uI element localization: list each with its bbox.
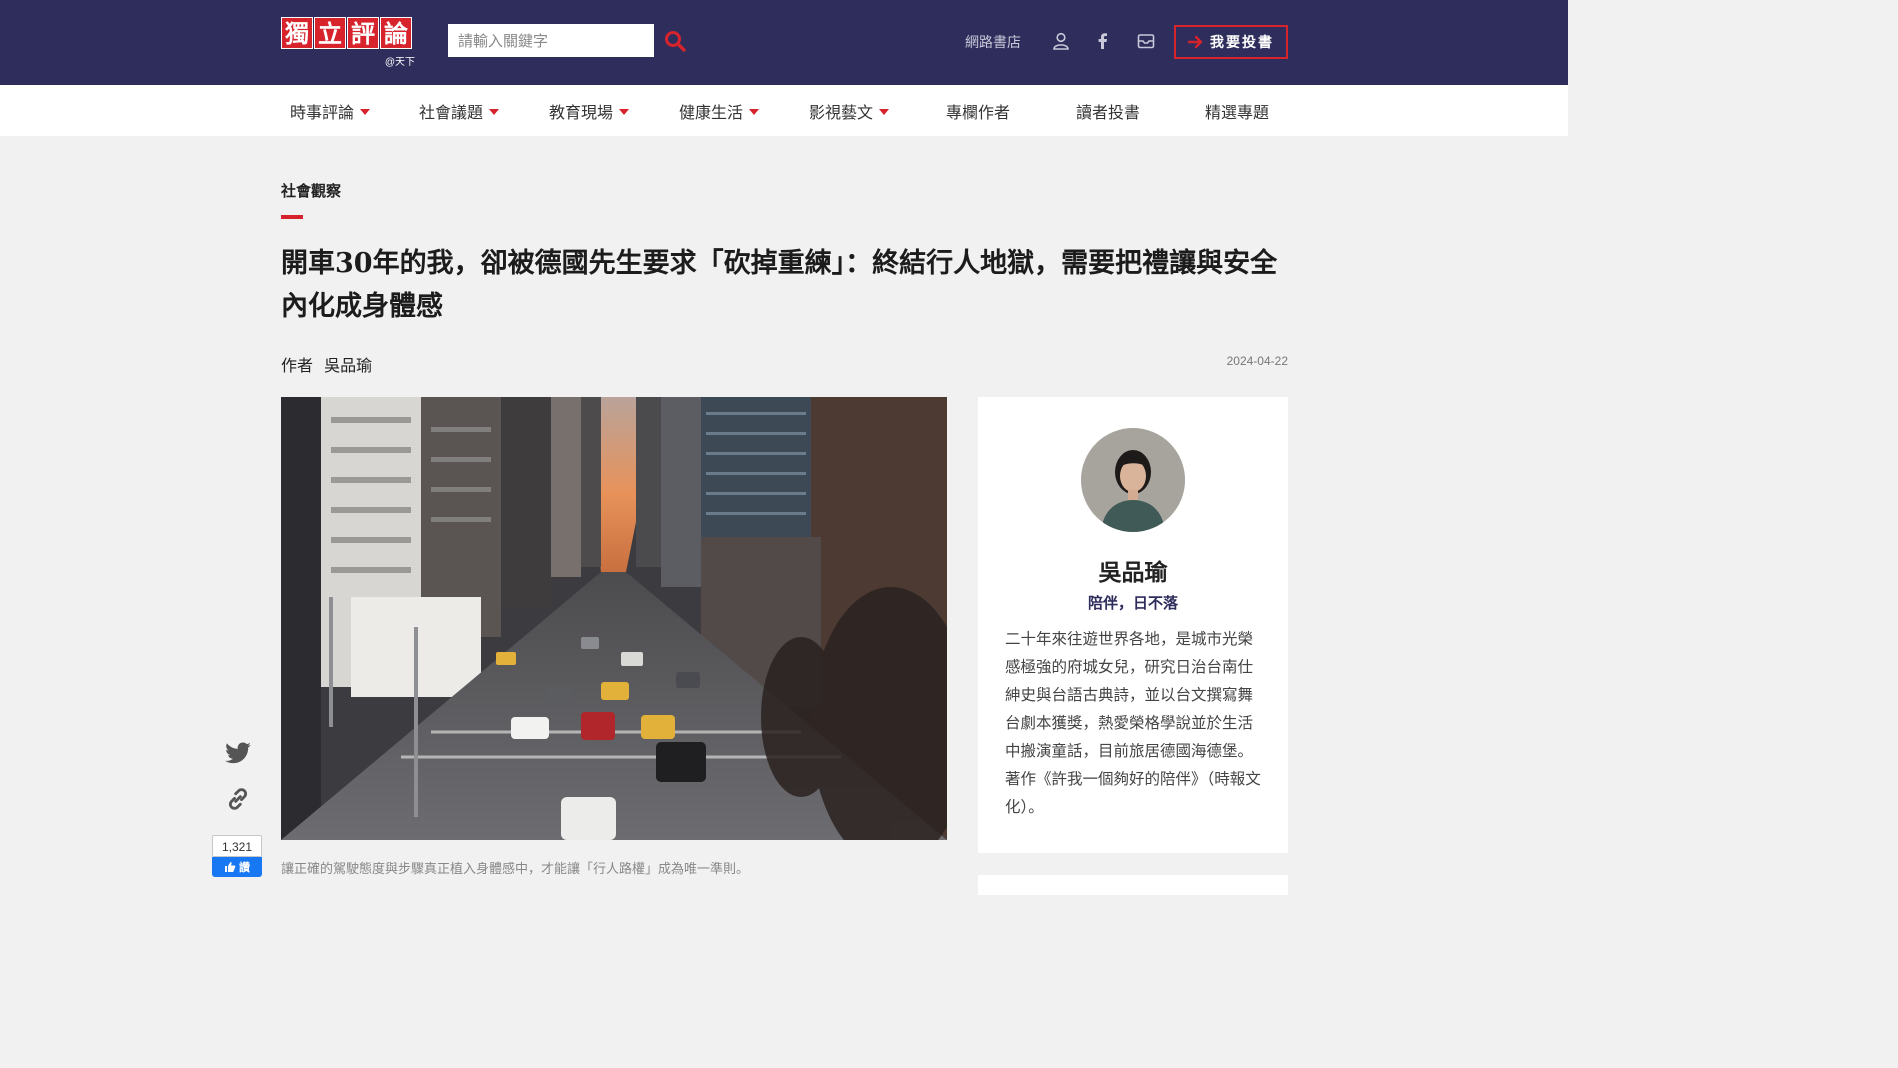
author-card: 吳品瑜 陪伴，日不落 二十年來往遊世界各地，是城市光榮感極強的府城女兒，研究日治…	[978, 397, 1288, 853]
publish-date: 2024-04-22	[1226, 354, 1288, 368]
caret-down-icon	[879, 108, 890, 115]
nav-item-health[interactable]: 健康生活	[679, 85, 760, 136]
nav-item-label: 健康生活	[679, 102, 744, 122]
category-divider	[281, 215, 303, 219]
mail-icon[interactable]	[1136, 31, 1156, 51]
byline-prefix: 作者	[281, 356, 314, 375]
nav-item-arts[interactable]: 影視藝文	[809, 85, 890, 136]
facebook-like-button[interactable]: 讚	[212, 857, 262, 877]
logo-char: 評	[347, 17, 379, 49]
image-caption: 讓正確的駕駛態度與步驟真正植入身體感中，才能讓「行人路權」成為唯一準則。	[281, 862, 750, 877]
article-title: 開車30年的我，卻被德國先生要求「砍掉重練」：終結行人地獄，需要把禮讓與安全內化…	[281, 248, 1278, 322]
top-header: 獨 立 評 論 @天下 網路書店 我要投書	[0, 0, 1568, 85]
search-button[interactable]	[664, 30, 686, 52]
facebook-like-label: 讚	[239, 861, 250, 874]
sidebar-card	[978, 875, 1288, 895]
author-card-bio: 二十年來往遊世界各地，是城市光榮感極強的府城女兒，研究日治台南仕紳史與台語古典詩…	[1005, 630, 1261, 816]
nav-item-label: 社會議題	[419, 102, 484, 122]
author-portrait	[1081, 428, 1185, 532]
article-byline: 作者 吳品瑜	[281, 352, 372, 376]
city-street-photo	[281, 397, 947, 840]
arrow-right-icon	[1188, 35, 1203, 49]
nav-item-reader-submissions[interactable]: 讀者投書	[1076, 85, 1140, 136]
site-logo[interactable]: 獨 立 評 論 @天下	[281, 17, 417, 68]
logo-char: 獨	[281, 17, 313, 49]
nav-item-columnists[interactable]: 專欄作者	[946, 85, 1010, 136]
nav-item-featured-topics[interactable]: 精選專題	[1205, 85, 1269, 136]
nav-item-label: 讀者投書	[1076, 102, 1141, 122]
caret-down-icon	[619, 108, 630, 115]
search-icon	[665, 31, 686, 52]
twitter-icon[interactable]	[224, 739, 252, 767]
article-category[interactable]: 社會觀察	[281, 180, 341, 201]
logo-char: 立	[314, 17, 346, 49]
link-icon[interactable]	[224, 785, 252, 813]
facebook-like-count: 1,321	[212, 835, 262, 857]
author-link[interactable]: 吳品瑜	[324, 356, 372, 375]
submit-article-label: 我要投書	[1210, 35, 1274, 51]
search-input[interactable]	[448, 24, 654, 57]
author-card-tagline: 陪伴，日不落	[1087, 594, 1178, 612]
nav-item-label: 精選專題	[1205, 102, 1270, 122]
author-avatar[interactable]	[1081, 428, 1185, 532]
user-icon[interactable]	[1051, 31, 1071, 51]
caret-down-icon	[749, 108, 760, 115]
hero-image	[281, 397, 947, 840]
nav-item-current-affairs[interactable]: 時事評論	[290, 85, 371, 136]
caret-down-icon	[489, 108, 500, 115]
nav-item-label: 專欄作者	[946, 102, 1011, 122]
nav-item-education[interactable]: 教育現場	[549, 85, 630, 136]
logo-mark: 獨 立 評 論	[281, 17, 417, 49]
submit-article-button[interactable]: 我要投書	[1174, 25, 1288, 59]
logo-subtitle: @天下	[384, 57, 415, 68]
main-nav: 時事評論 社會議題 教育現場 健康生活 影視藝文 專欄作者 讀者投書 精選專題	[0, 85, 1568, 136]
thumbs-up-icon	[225, 862, 236, 872]
nav-item-label: 時事評論	[290, 102, 355, 122]
author-card-name[interactable]: 吳品瑜	[978, 553, 1288, 587]
bookstore-link[interactable]: 網路書店	[965, 32, 1021, 52]
facebook-icon[interactable]	[1093, 31, 1113, 51]
caret-down-icon	[360, 108, 371, 115]
logo-char: 論	[380, 17, 412, 49]
nav-item-label: 影視藝文	[809, 102, 874, 122]
nav-item-label: 教育現場	[549, 102, 614, 122]
nav-item-social-issues[interactable]: 社會議題	[419, 85, 500, 136]
